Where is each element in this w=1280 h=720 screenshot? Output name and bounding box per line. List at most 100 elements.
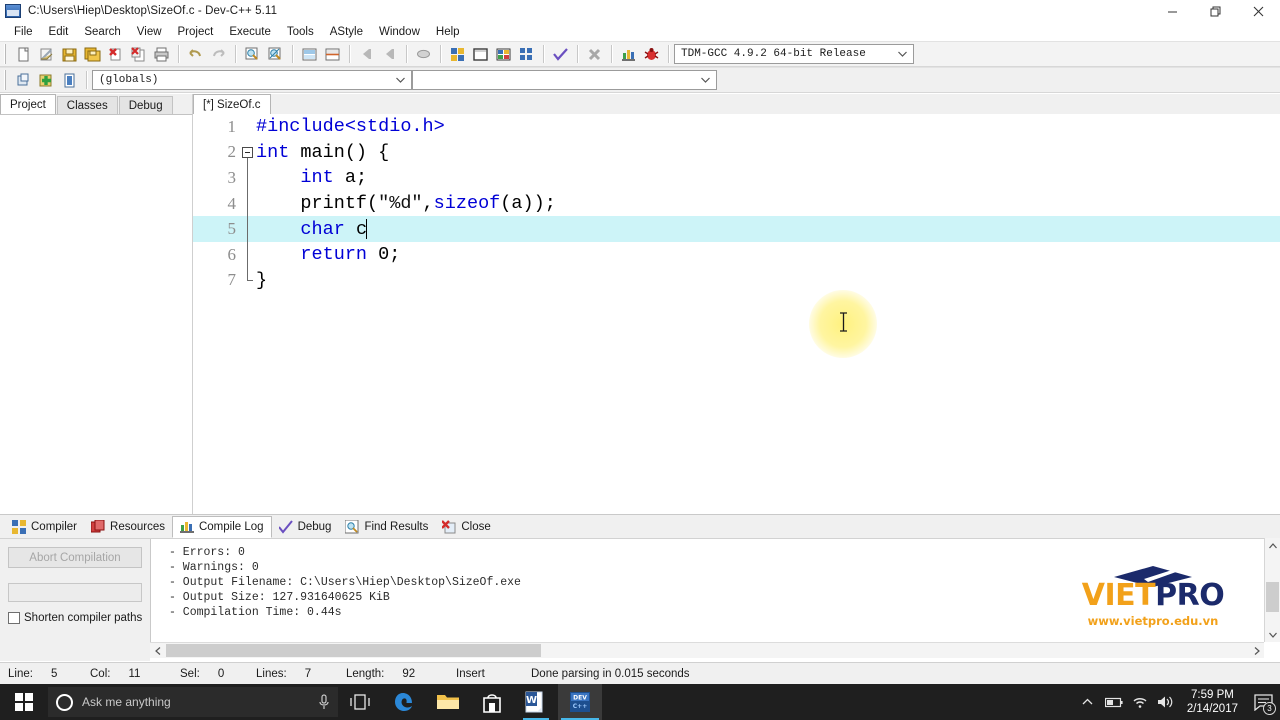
taskbar-word[interactable]: W [514, 684, 558, 720]
minimize-button[interactable] [1151, 0, 1194, 22]
syntax-check-icon[interactable] [549, 43, 572, 65]
restore-button[interactable] [1194, 0, 1237, 22]
scroll-up-icon[interactable] [1265, 538, 1280, 553]
redo-icon[interactable] [207, 43, 230, 65]
action-center-button[interactable]: 3 [1246, 684, 1280, 720]
code-editor[interactable]: 1 #include<stdio.h> 2 int main() {3 int a; 4… [193, 114, 1280, 514]
goto-function-icon[interactable] [321, 43, 344, 65]
save-icon[interactable] [58, 43, 81, 65]
taskbar-store[interactable] [470, 684, 514, 720]
code-line[interactable]: 3 int a; [193, 165, 1280, 191]
microphone-icon[interactable] [318, 693, 330, 711]
open-file-icon[interactable] [35, 43, 58, 65]
battery-icon[interactable] [1101, 684, 1127, 720]
new-file-icon[interactable] [12, 43, 35, 65]
tab-debug[interactable]: Debug [118, 96, 173, 114]
toolbar-grip[interactable] [3, 44, 10, 64]
scroll-left-icon[interactable] [150, 643, 165, 658]
add-to-project-icon[interactable] [35, 69, 58, 91]
goto-line-icon[interactable] [298, 43, 321, 65]
close-all-icon[interactable] [127, 43, 150, 65]
btab-resources[interactable]: Resources [84, 516, 172, 538]
member-select[interactable] [412, 70, 717, 90]
forward-icon[interactable] [378, 43, 401, 65]
print-icon[interactable] [150, 43, 173, 65]
shorten-compiler-paths-checkbox[interactable] [8, 612, 20, 624]
log-horizontal-scrollbar[interactable] [150, 642, 1264, 658]
btab-compiler[interactable]: Compiler [5, 516, 84, 538]
windows-start-icon[interactable] [0, 684, 48, 720]
fold-column[interactable] [240, 190, 256, 217]
compile-run-icon[interactable] [492, 43, 515, 65]
menu-astyle[interactable]: AStyle [322, 23, 371, 41]
menu-file[interactable]: File [6, 23, 41, 41]
code-line[interactable]: 2 int main() { [193, 140, 1280, 166]
debug-icon[interactable] [640, 43, 663, 65]
code-line[interactable]: 1 #include<stdio.h> [193, 114, 1280, 140]
scroll-right-icon[interactable] [1249, 643, 1264, 658]
profile-icon[interactable] [617, 43, 640, 65]
scrollbar-thumb[interactable] [1266, 582, 1279, 612]
btab-close[interactable]: Close [435, 516, 497, 538]
menu-edit[interactable]: Edit [41, 23, 77, 41]
tab-classes[interactable]: Classes [56, 96, 118, 114]
abort-compilation-button[interactable]: Abort Compilation [8, 547, 142, 568]
back-icon[interactable] [355, 43, 378, 65]
shorten-compiler-paths-row[interactable]: Shorten compiler paths [8, 612, 142, 624]
menu-project[interactable]: Project [170, 23, 222, 41]
menu-window[interactable]: Window [371, 23, 428, 41]
replace-icon[interactable] [264, 43, 287, 65]
show-hidden-icons-chevron[interactable] [1075, 684, 1101, 720]
fold-collapse-icon[interactable] [242, 146, 253, 158]
stop-execution-icon[interactable] [583, 43, 606, 65]
new-project-icon[interactable] [12, 69, 35, 91]
btab-debug[interactable]: Debug [272, 516, 339, 538]
task-view-button[interactable] [338, 684, 382, 720]
undo-icon[interactable] [184, 43, 207, 65]
find-icon[interactable] [241, 43, 264, 65]
scroll-down-icon[interactable] [1265, 627, 1280, 642]
wifi-icon[interactable] [1127, 684, 1153, 720]
menu-search[interactable]: Search [76, 23, 128, 41]
log-vertical-scrollbar[interactable] [1264, 538, 1280, 642]
code-line[interactable]: 5 char c [193, 216, 1280, 242]
fold-column[interactable] [240, 216, 256, 242]
scrollbar-thumb[interactable] [166, 644, 541, 657]
toggle-bookmark-icon[interactable] [412, 43, 435, 65]
btab-compile-log[interactable]: Compile Log [171, 515, 272, 538]
fold-column[interactable] [240, 140, 256, 166]
fold-column[interactable] [240, 114, 256, 140]
volume-icon[interactable] [1153, 684, 1179, 720]
line-number: 6 [227, 244, 237, 264]
menu-help[interactable]: Help [428, 23, 468, 41]
compile-icon[interactable] [446, 43, 469, 65]
close-button[interactable] [1237, 0, 1280, 22]
run-icon[interactable] [469, 43, 492, 65]
tab-sizeof-c[interactable]: [*] SizeOf.c [193, 94, 271, 114]
tab-project[interactable]: Project [0, 94, 56, 114]
taskbar-file-explorer[interactable] [426, 684, 470, 720]
code-line[interactable]: 4 printf("%d",sizeof(a)); [193, 190, 1280, 217]
scope-select[interactable]: (globals) [92, 70, 412, 90]
menu-execute[interactable]: Execute [221, 23, 279, 41]
fold-column[interactable] [240, 165, 256, 191]
fold-column[interactable] [240, 241, 256, 268]
compiler-select[interactable]: TDM-GCC 4.9.2 64-bit Release [674, 44, 914, 64]
remove-from-project-icon[interactable] [58, 69, 81, 91]
toolbar-grip[interactable] [3, 70, 10, 90]
rebuild-all-icon[interactable] [515, 43, 538, 65]
close-file-icon[interactable] [104, 43, 127, 65]
taskbar-devcpp[interactable]: DEV C++ [558, 684, 602, 720]
taskbar-edge[interactable] [382, 684, 426, 720]
save-all-icon[interactable] [81, 43, 104, 65]
code-line[interactable]: 6 return 0; [193, 241, 1280, 268]
menu-view[interactable]: View [129, 23, 170, 41]
project-panel[interactable] [0, 114, 193, 514]
menu-tools[interactable]: Tools [279, 23, 322, 41]
code-line[interactable]: 7} [193, 267, 1280, 294]
search-input[interactable]: Ask me anything [48, 687, 338, 717]
taskbar-clock[interactable]: 7:59 PM 2/14/2017 [1179, 688, 1246, 716]
btab-find-results[interactable]: Find Results [338, 516, 435, 538]
debug-check-icon [278, 519, 293, 534]
fold-column[interactable] [240, 267, 256, 294]
